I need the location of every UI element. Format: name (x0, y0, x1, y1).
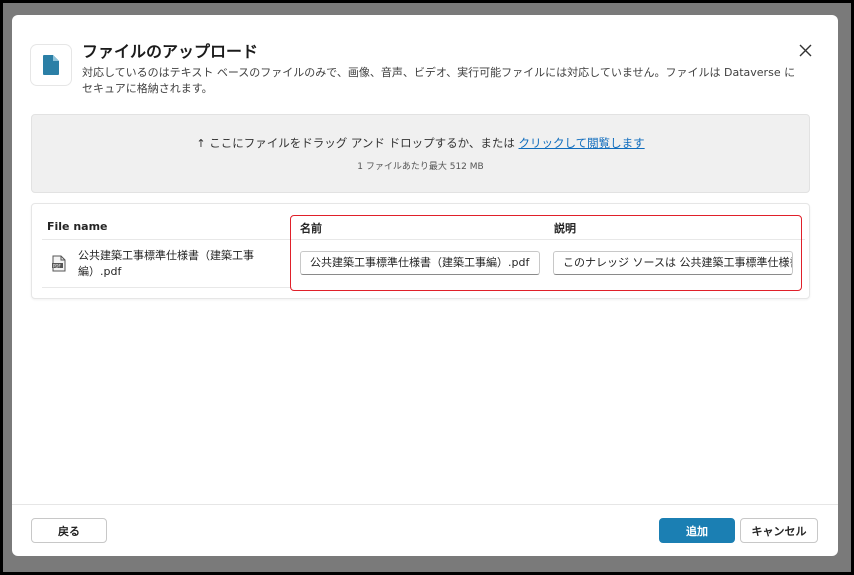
cancel-button[interactable]: キャンセル (740, 518, 818, 543)
column-header-file-name: File name (47, 220, 108, 233)
column-header-description: 説明 (554, 222, 576, 235)
footer-divider (12, 504, 838, 505)
file-name-cell: 公共建築工事標準仕様書（建築工事編）.pdf (78, 249, 254, 278)
header-divider (42, 239, 805, 240)
size-limit-note: 1 ファイルあたり最大 512 MB (357, 162, 484, 172)
svg-text:PDF: PDF (53, 263, 61, 268)
name-input[interactable]: 公共建築工事標準仕様書（建築工事編）.pdf (300, 251, 540, 275)
add-button[interactable]: 追加 (659, 518, 735, 543)
document-icon (31, 45, 71, 85)
file-dropzone[interactable]: ↑ ここにファイルをドラッグ アンド ドロップするか、または クリックして閲覧し… (31, 114, 810, 193)
row-divider (42, 287, 292, 288)
column-header-name: 名前 (300, 222, 322, 235)
upload-dialog: ファイルのアップロード 対応しているのはテキスト ベースのファイルのみで、画像、… (12, 15, 838, 556)
dropzone-instruction: ↑ ここにファイルをドラッグ アンド ドロップするか、または クリックして閲覧し… (32, 135, 809, 151)
dropzone-text: ここにファイルをドラッグ アンド ドロップするか、または (209, 136, 519, 150)
dialog-title: ファイルのアップロード (82, 42, 259, 61)
close-icon (799, 44, 811, 56)
browse-link[interactable]: クリックして閲覧します (519, 136, 645, 150)
pdf-file-icon: PDF (52, 255, 66, 276)
close-button[interactable] (795, 40, 815, 60)
upload-arrow-icon: ↑ (196, 137, 206, 150)
description-input[interactable]: このナレッジ ソースは 公共建築工事標準仕様書（建築工事編） (553, 251, 793, 275)
back-button[interactable]: 戻る (31, 518, 107, 543)
dialog-subtitle: 対応しているのはテキスト ベースのファイルのみで、画像、音声、ビデオ、実行可能フ… (82, 66, 796, 95)
